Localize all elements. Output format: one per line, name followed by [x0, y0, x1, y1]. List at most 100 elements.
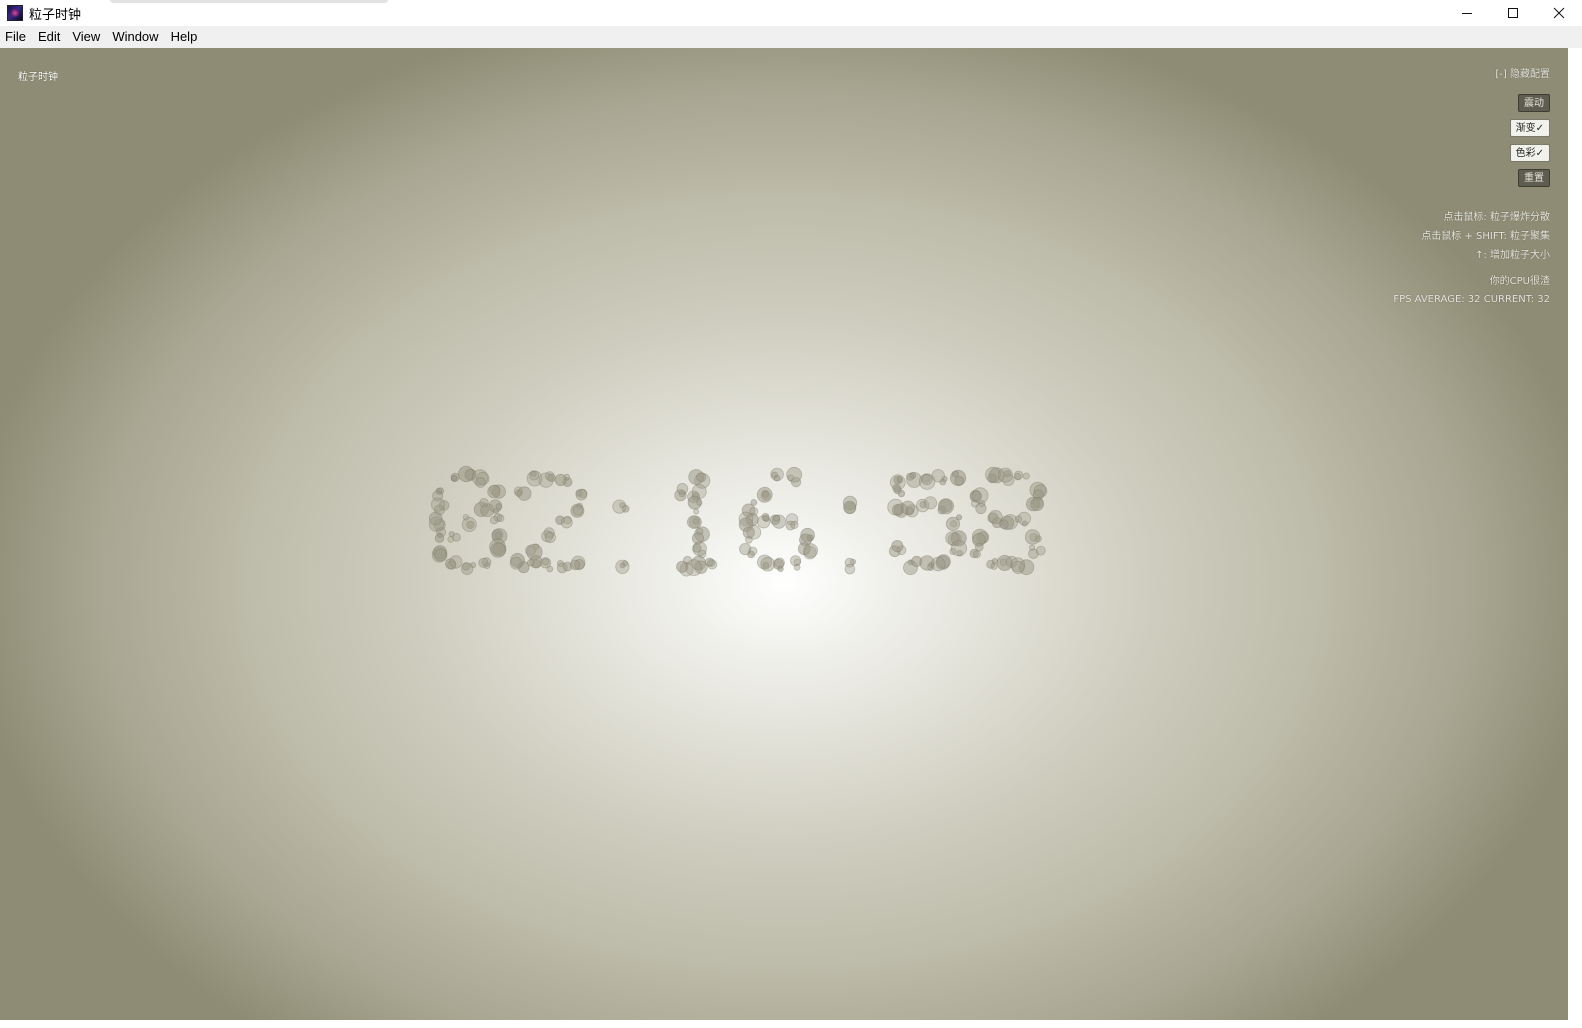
clock-particle — [972, 550, 981, 559]
clock-particle — [490, 542, 506, 558]
minimize-button[interactable] — [1444, 0, 1490, 26]
clock-particle — [619, 502, 626, 508]
menu-bar: File Edit View Window Help — [0, 26, 1582, 48]
clock-particle — [696, 499, 703, 506]
clock-particle — [527, 559, 535, 567]
menu-view[interactable]: View — [66, 26, 106, 48]
clock-particle — [676, 482, 689, 495]
color-button[interactable]: 色彩✓ — [1509, 144, 1550, 162]
clock-particle — [433, 548, 447, 562]
clock-particle — [475, 476, 486, 488]
close-button[interactable] — [1536, 0, 1582, 26]
particle-clock-svg — [428, 465, 1048, 577]
clock-particle — [750, 499, 758, 506]
clock-particle — [572, 504, 584, 516]
menu-help[interactable]: Help — [165, 26, 204, 48]
clock-particle — [685, 559, 703, 576]
hide-config-toggle[interactable]: [-] 隐藏配置 — [1230, 68, 1550, 82]
clock-particle — [487, 485, 501, 499]
maximize-button[interactable] — [1490, 0, 1536, 26]
clock-particle — [777, 565, 784, 573]
maximize-icon — [1508, 8, 1518, 18]
clock-particle — [974, 542, 984, 552]
clock-particle — [905, 472, 914, 481]
clock-particle — [945, 516, 961, 532]
clock-particle — [844, 563, 856, 575]
clock-particle — [560, 516, 573, 529]
particle-canvas[interactable]: 粒子时钟 [-] 隐藏配置 震动 渐变✓ 色彩✓ 重置 点击鼠标: 粒子爆炸分散… — [0, 48, 1568, 1020]
menu-file[interactable]: File — [0, 26, 32, 48]
canvas-title: 粒子时钟 — [18, 72, 58, 83]
clock-particle — [930, 556, 946, 572]
clock-particle — [787, 474, 795, 482]
clock-particle — [692, 543, 702, 553]
window-title: 粒子时钟 — [29, 7, 82, 23]
reset-button[interactable]: 重置 — [1518, 169, 1550, 187]
clock-particle — [430, 497, 445, 512]
clock-particle — [434, 533, 445, 543]
clock-particle — [773, 514, 781, 522]
clock-particle — [461, 517, 477, 533]
clock-particle — [1028, 544, 1036, 551]
clock-particle — [1030, 497, 1044, 511]
clock-particle — [937, 498, 955, 515]
clock-particle — [461, 562, 474, 575]
clock-particle — [892, 483, 901, 493]
menu-window[interactable]: Window — [106, 26, 164, 48]
clock-particle — [891, 540, 904, 553]
menu-edit[interactable]: Edit — [32, 26, 66, 48]
clock-particle — [1021, 520, 1028, 527]
clock-particle — [761, 513, 770, 522]
minimize-icon — [1462, 13, 1472, 14]
clock-particle — [790, 520, 799, 530]
clock-particle — [998, 519, 1009, 529]
clock-particle — [686, 515, 701, 529]
window-controls — [1444, 0, 1582, 26]
clock-particle — [575, 488, 588, 501]
title-drag-strip — [110, 0, 388, 3]
clock-particle — [495, 503, 503, 510]
config-buttons: 震动 渐变✓ 色彩✓ 重置 — [1230, 94, 1550, 194]
clock-particle — [496, 514, 505, 522]
clock-particle — [850, 558, 857, 565]
clock-particle — [1014, 515, 1023, 523]
clock-particle — [447, 560, 457, 570]
title-bar: 粒子时钟 — [0, 0, 1582, 26]
clock-particle — [803, 543, 819, 558]
hints: 点击鼠标: 粒子爆炸分散 点击鼠标 + SHIFT: 粒子聚集 ↑: 增加粒子大… — [1230, 208, 1550, 265]
clock-particle — [1024, 529, 1041, 545]
clock-particle — [748, 546, 758, 556]
clock-particle — [615, 559, 630, 574]
clock-particle — [693, 508, 700, 515]
clock-particle — [704, 557, 714, 567]
window-edge-bottom — [0, 1020, 1568, 1028]
clock-particle — [954, 475, 965, 486]
clock-particle — [1011, 560, 1025, 575]
clock-particle — [569, 559, 581, 571]
clock-particle — [843, 500, 857, 515]
app-icon — [7, 5, 23, 21]
clock-particle — [489, 516, 499, 525]
clock-particle — [1022, 472, 1030, 480]
window-edge-right — [1568, 48, 1582, 1028]
clock-particle — [479, 498, 489, 508]
clock-particle — [998, 467, 1014, 483]
gradient-button[interactable]: 渐变✓ — [1509, 119, 1550, 137]
clock-particle — [756, 486, 773, 503]
clock-particle — [921, 473, 933, 486]
clock-particle — [546, 565, 554, 573]
clock-particle — [514, 489, 523, 497]
clock-particle — [696, 472, 707, 483]
clock-particle — [448, 531, 455, 538]
close-icon — [1553, 7, 1565, 19]
clock-particle — [1013, 470, 1024, 480]
shake-button[interactable]: 震动 — [1518, 94, 1550, 112]
clock-particle — [745, 536, 753, 544]
clock-particle — [447, 536, 455, 543]
hint-shift-click: 点击鼠标 + SHIFT: 粒子聚集 — [1421, 231, 1550, 242]
clock-particle — [931, 469, 945, 483]
clock-particle — [541, 558, 550, 566]
cpu-label: 你的CPU很渣 — [1489, 276, 1550, 287]
clock-particle — [529, 470, 540, 481]
clock-particle — [547, 473, 556, 483]
